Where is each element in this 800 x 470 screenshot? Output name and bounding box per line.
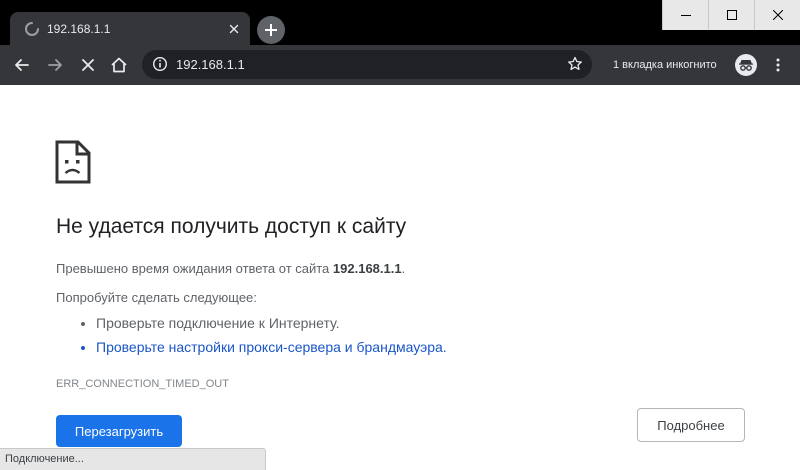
summary-host: 192.168.1.1 xyxy=(332,261,402,276)
incognito-icon[interactable] xyxy=(735,54,757,76)
home-icon[interactable] xyxy=(109,55,129,75)
browser-toolbar: 192.168.1.1 1 вкладка инкогнито xyxy=(0,45,800,85)
suggestions-list: Проверьте подключение к Интернету. Прове… xyxy=(56,311,447,359)
incognito-label[interactable]: 1 вкладка инкогнито xyxy=(613,58,717,72)
more-menu-icon[interactable] xyxy=(770,57,786,73)
tab-active[interactable]: 192.168.1.1 xyxy=(10,12,250,45)
stop-loading-icon[interactable] xyxy=(78,55,98,75)
summary-suffix: . xyxy=(401,261,406,276)
minimize-icon xyxy=(681,15,691,16)
tab-close-icon[interactable] xyxy=(226,21,242,37)
summary-prefix: Превышено время ожидания ответа от сайта xyxy=(56,261,333,276)
suggestion-check-connection: Проверьте подключение к Интернету. xyxy=(96,311,447,335)
window-minimize-button[interactable] xyxy=(662,0,708,30)
back-arrow-icon[interactable] xyxy=(12,55,32,75)
window-close-button[interactable] xyxy=(754,0,800,30)
suggestions-label: Попробуйте сделать следующее: xyxy=(56,290,257,305)
status-bubble: Подключение... xyxy=(0,448,266,470)
error-code: ERR_CONNECTION_TIMED_OUT xyxy=(56,378,229,390)
address-bar[interactable]: 192.168.1.1 xyxy=(142,50,592,79)
info-icon[interactable] xyxy=(152,56,168,72)
close-icon xyxy=(773,10,783,20)
tab-title: 192.168.1.1 xyxy=(47,22,111,36)
maximize-icon xyxy=(727,10,737,20)
reload-button[interactable]: Перезагрузить xyxy=(56,415,182,447)
loading-spinner-icon xyxy=(25,22,39,36)
incognito-glyph-icon xyxy=(739,60,753,71)
sad-page-icon xyxy=(55,140,91,184)
error-headline: Не удается получить доступ к сайту xyxy=(56,215,407,238)
url-text[interactable]: 192.168.1.1 xyxy=(176,56,245,73)
page-content: Не удается получить доступ к сайту Превы… xyxy=(0,85,800,470)
window-maximize-button[interactable] xyxy=(708,0,754,30)
plus-icon xyxy=(265,24,277,36)
title-bar: 192.168.1.1 xyxy=(0,0,800,45)
forward-arrow-icon[interactable] xyxy=(45,55,65,75)
new-tab-button[interactable] xyxy=(257,16,285,44)
bookmark-star-icon[interactable] xyxy=(567,56,583,72)
error-summary: Превышено время ожидания ответа от сайта… xyxy=(56,260,405,278)
suggestion-check-proxy-link[interactable]: Проверьте настройки прокси-сервера и бра… xyxy=(96,335,447,359)
details-button[interactable]: Подробнее xyxy=(637,408,745,442)
status-text: Подключение... xyxy=(5,453,84,465)
